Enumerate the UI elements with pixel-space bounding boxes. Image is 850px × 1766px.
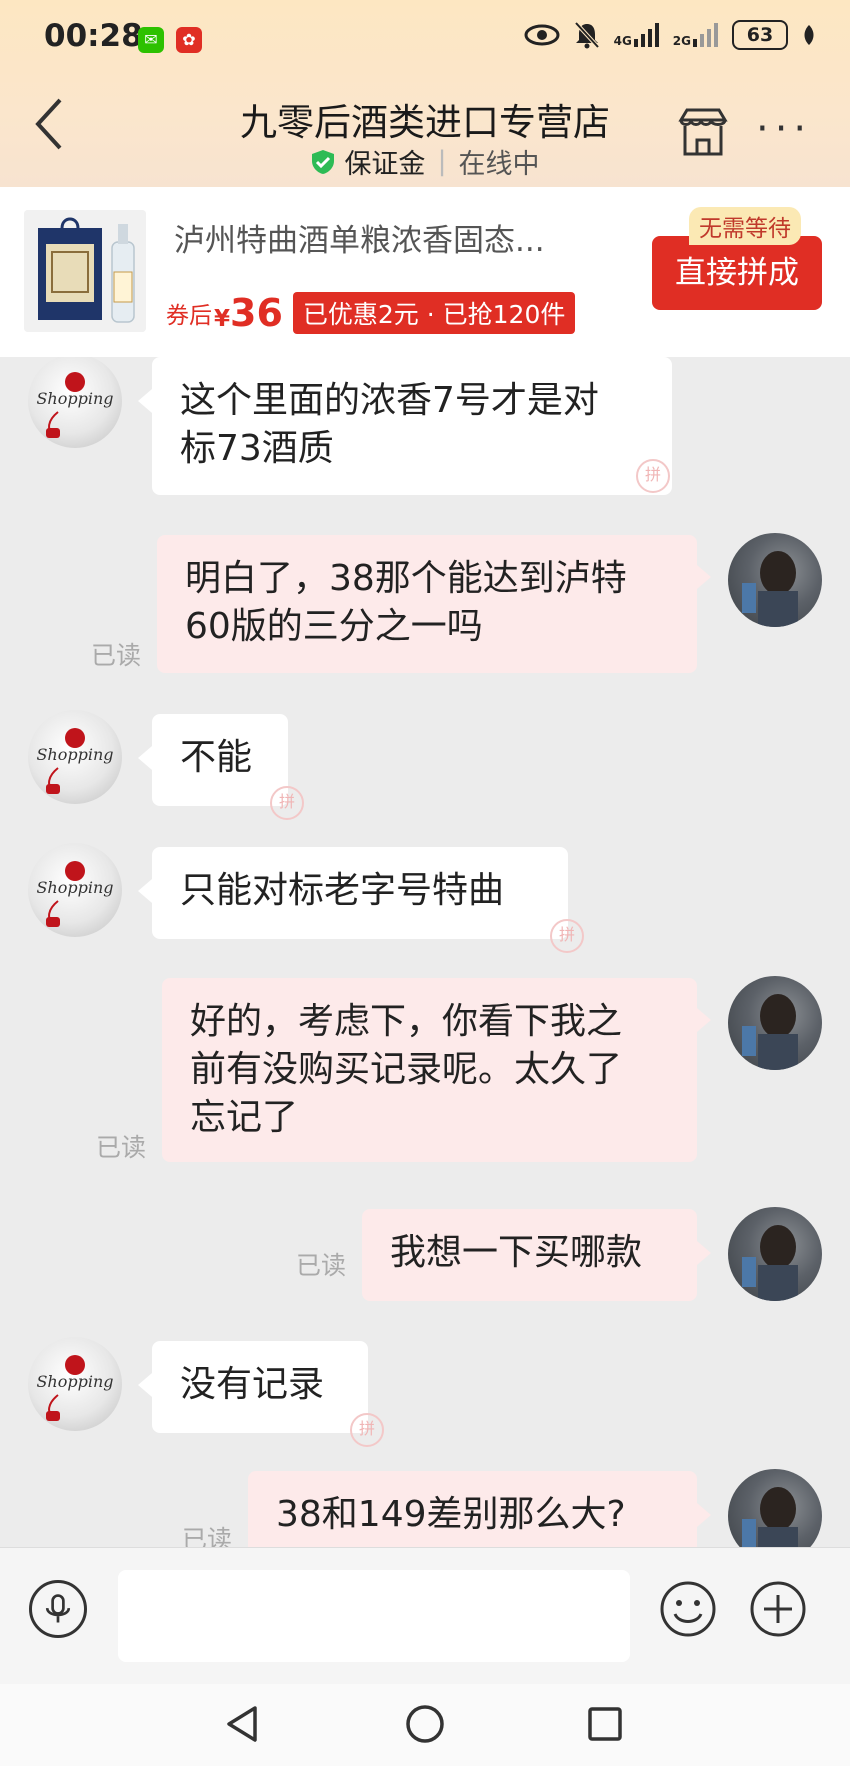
status-bar: 00:28 ✉ ✿ 4G 2G 63 — [0, 0, 850, 80]
wechat-icon: ✉ — [138, 27, 164, 53]
message-text-line: 没有记录 — [180, 1364, 325, 1405]
message-bubble-shop[interactable]: 这个里面的浓香7号才是对 标73酒质 拼 — [152, 357, 672, 495]
shop-avatar[interactable]: Shopping — [28, 710, 122, 804]
shop-avatar[interactable]: Shopping — [28, 1337, 122, 1431]
product-image[interactable] — [24, 210, 146, 332]
bubble-tail — [697, 1241, 711, 1265]
read-receipt: 已读 — [91, 641, 142, 670]
user-avatar[interactable] — [728, 533, 822, 627]
message-text-line: 60版的三分之一吗 — [185, 606, 483, 647]
chat-messages[interactable]: Shopping 这个里面的浓香7号才是对 标73酒质 拼 已读 明白了，38那… — [0, 357, 850, 1547]
bubble-tail — [697, 1008, 711, 1032]
message-text-line: 我想一下买哪款 — [390, 1232, 643, 1273]
divider: | — [437, 146, 447, 177]
svg-text:Shopping: Shopping — [36, 389, 113, 408]
shop-logo-icon: Shopping — [36, 1355, 114, 1421]
network-label-2: 2G — [672, 34, 691, 48]
bubble-tail — [138, 879, 152, 903]
home-circle-icon[interactable] — [403, 1702, 447, 1746]
emoji-icon[interactable] — [659, 1580, 717, 1638]
bubble-tail — [697, 565, 711, 589]
system-navigation-bar — [0, 1684, 850, 1766]
svg-text:Shopping: Shopping — [36, 1372, 113, 1391]
network-label-1: 4G — [613, 34, 632, 48]
pin-watermark-icon: 拼 — [550, 919, 584, 953]
message-bubble-user[interactable]: 好的，考虑下，你看下我之 前有没购买记录呢。太久了 忘记了 — [162, 978, 697, 1162]
user-photo-icon — [742, 551, 798, 627]
plus-icon[interactable] — [749, 1580, 807, 1638]
eye-icon — [524, 24, 560, 46]
message-text-line: 不能 — [180, 737, 253, 778]
message-text-line: 标73酒质 — [180, 428, 334, 469]
status-right-group: 4G 2G 63 — [524, 20, 816, 50]
status-time: 00:28 — [44, 18, 143, 54]
signal-icon-2: 2G — [673, 23, 718, 47]
bubble-tail — [138, 1373, 152, 1397]
pin-watermark-icon: 拼 — [350, 1413, 384, 1447]
shop-avatar[interactable]: Shopping — [28, 357, 122, 448]
shop-logo-icon: Shopping — [36, 728, 114, 794]
message-bubble-user[interactable]: 我想一下买哪款 — [362, 1209, 697, 1301]
message-text-line: 好的，考虑下，你看下我之 — [190, 1001, 623, 1042]
product-price: ¥36 — [214, 291, 283, 335]
product-name[interactable]: 泸州特曲酒单粮浓香固态... — [174, 215, 614, 260]
bubble-tail — [138, 746, 152, 770]
shop-avatar[interactable]: Shopping — [28, 843, 122, 937]
user-photo-icon — [742, 1487, 798, 1547]
read-receipt: 已读 — [182, 1525, 233, 1547]
more-icon[interactable]: ··· — [756, 109, 812, 149]
message-input[interactable] — [118, 1570, 630, 1662]
message-text-line: 明白了，38那个能达到泸特 — [185, 558, 627, 599]
signal-icon: 4G — [614, 23, 659, 47]
liquor-box-illustration — [24, 210, 146, 332]
no-wait-badge: 无需等待 — [689, 207, 801, 245]
message-bubble-shop[interactable]: 不能 拼 — [152, 714, 304, 820]
read-receipt: 已读 — [296, 1251, 347, 1280]
svg-text:Shopping: Shopping — [36, 745, 113, 764]
store-icon[interactable] — [677, 106, 729, 158]
price-value: 36 — [230, 291, 283, 335]
user-photo-icon — [742, 1225, 798, 1301]
message-text-line: 38和149差别那么大? — [276, 1494, 626, 1535]
bubble-tail — [697, 1503, 711, 1527]
read-receipt: 已读 — [96, 1133, 147, 1162]
battery-indicator: 63 — [732, 20, 788, 50]
bubble-tail — [138, 389, 152, 413]
shop-logo-icon: Shopping — [36, 861, 114, 927]
coupon-prefix: 券后 — [166, 303, 212, 329]
price-row: 券后 ¥36 已优惠2元 · 已抢120件 — [166, 291, 576, 335]
message-text-line: 忘记了 — [190, 1097, 299, 1138]
back-triangle-icon[interactable] — [221, 1702, 265, 1746]
join-group-button[interactable]: 直接拼成 — [652, 236, 822, 310]
user-avatar[interactable] — [728, 976, 822, 1070]
pin-watermark-icon: 拼 — [636, 459, 670, 493]
message-text-line: 这个里面的浓香7号才是对 — [180, 380, 599, 421]
deposit-badge: 保证金 — [344, 149, 426, 180]
pin-watermark-icon: 拼 — [270, 786, 304, 820]
chat-header: 00:28 ✉ ✿ 4G 2G 63 九零后酒类进口专营店 保证金 | 在线中 … — [0, 0, 850, 187]
shield-check-icon — [312, 149, 335, 174]
svg-text:Shopping: Shopping — [36, 878, 113, 897]
message-text-line: 只能对标老字号特曲 — [180, 870, 505, 911]
message-bubble-user[interactable]: 明白了，38那个能达到泸特 60版的三分之一吗 — [157, 535, 697, 673]
input-bar — [0, 1547, 850, 1685]
user-avatar[interactable] — [728, 1207, 822, 1301]
mute-bell-icon — [574, 21, 600, 49]
user-avatar[interactable] — [728, 1469, 822, 1547]
user-photo-icon — [742, 994, 798, 1070]
message-bubble-shop[interactable]: 只能对标老字号特曲 拼 — [152, 847, 584, 953]
online-status: 在线中 — [458, 149, 540, 180]
message-app-icon: ✿ — [176, 27, 202, 53]
discount-tag: 已优惠2元 · 已抢120件 — [292, 292, 576, 334]
recent-square-icon[interactable] — [583, 1702, 627, 1746]
currency-symbol: ¥ — [214, 306, 231, 332]
voice-icon[interactable] — [29, 1580, 87, 1638]
message-bubble-user[interactable]: 38和149差别那么大? — [248, 1471, 697, 1547]
leaf-icon — [804, 25, 814, 45]
message-bubble-shop[interactable]: 没有记录 拼 — [152, 1341, 384, 1447]
message-text-line: 前有没购买记录呢。太久了 — [190, 1049, 623, 1090]
shop-logo-icon: Shopping — [36, 372, 114, 438]
